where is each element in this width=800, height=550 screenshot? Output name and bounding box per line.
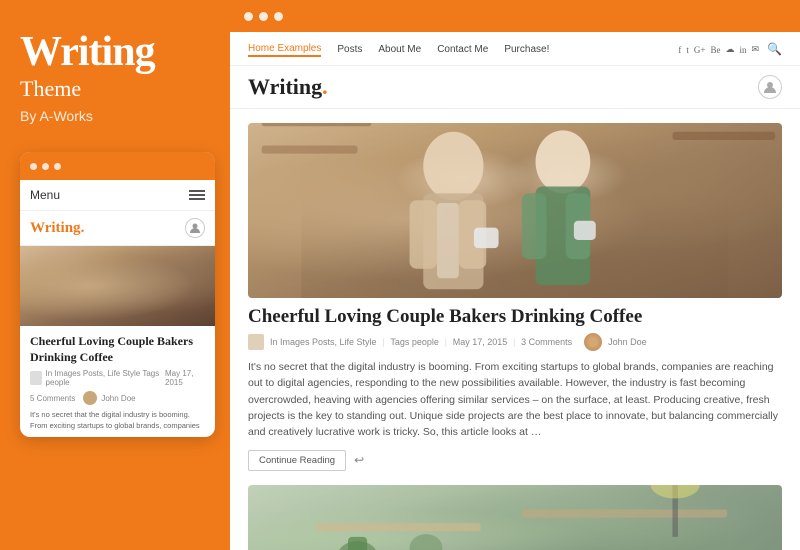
theme-subtitle: Theme (20, 76, 210, 102)
mobile-author-name: John Doe (101, 394, 135, 403)
mobile-article-meta: In Images Posts, Life Style Tags people … (30, 369, 205, 387)
mobile-nav: Menu (20, 180, 215, 211)
browser-dot-3 (274, 12, 283, 21)
mobile-comments-label: 5 Comments (30, 394, 75, 403)
nav-link-home[interactable]: Home Examples (248, 43, 321, 57)
article-footer: Continue Reading ↩ (248, 450, 782, 471)
article-comments: 3 Comments (521, 337, 572, 347)
browser-content: Home Examples Posts About Me Contact Me … (230, 32, 800, 550)
social-facebook-icon[interactable]: f (678, 45, 681, 55)
social-twitter-icon[interactable]: t (686, 45, 689, 55)
mobile-top-bar (20, 152, 215, 180)
nav-link-contact[interactable]: Contact Me (437, 44, 488, 55)
mobile-dot-3 (54, 163, 61, 170)
browser-dot-2 (259, 12, 268, 21)
article-date: May 17, 2015 (453, 337, 508, 347)
mobile-article-title: Cheerful Loving Couple Bakers Drinking C… (30, 334, 205, 365)
mobile-preview: Menu Writing. Cheerful Loving Couple Bak… (20, 152, 215, 437)
site-main: Cheerful Loving Couple Bakers Drinking C… (230, 109, 800, 550)
article-card: Cheerful Loving Couple Bakers Drinking C… (248, 123, 782, 471)
article-tags-label: Tags people (390, 337, 439, 347)
mobile-avatar-icon[interactable] (185, 218, 205, 238)
mobile-logo: Writing. (30, 220, 84, 237)
mobile-author-avatar (83, 391, 97, 405)
mobile-article-excerpt: It's no secret that the digital industry… (30, 410, 205, 431)
right-panel: Home Examples Posts About Me Contact Me … (230, 0, 800, 550)
social-rss-icon[interactable]: ✉ (752, 44, 760, 55)
article-image (248, 123, 782, 298)
site-logo-bar: Writing. (230, 66, 800, 109)
browser-dot-1 (244, 12, 253, 21)
theme-author: By A-Works (20, 108, 210, 124)
hamburger-line-1 (189, 190, 205, 192)
article-title: Cheerful Loving Couple Bakers Drinking C… (248, 306, 782, 328)
mobile-dot-1 (30, 163, 37, 170)
article-excerpt: It's no secret that the digital industry… (248, 359, 782, 440)
article-author: John Doe (608, 337, 647, 347)
mobile-meta-date: May 17, 2015 (165, 369, 205, 387)
social-linkedin-icon[interactable]: in (739, 45, 746, 55)
theme-title: Writing (20, 30, 210, 74)
site-nav: Home Examples Posts About Me Contact Me … (230, 32, 800, 66)
mobile-article-image (20, 246, 215, 326)
second-article-image (248, 485, 782, 550)
hamburger-line-3 (189, 198, 205, 200)
nav-link-purchase[interactable]: Purchase! (504, 44, 549, 55)
user-icon[interactable] (758, 75, 782, 99)
article-category: In Images Posts, Life Style (270, 337, 377, 347)
mobile-menu-label: Menu (30, 188, 60, 202)
search-icon[interactable]: 🔍 (767, 42, 782, 57)
social-icons: f t G+ Be ☁ in ✉ (678, 44, 759, 55)
nav-link-about[interactable]: About Me (378, 44, 421, 55)
mobile-article-body: Cheerful Loving Couple Bakers Drinking C… (20, 326, 215, 437)
mobile-meta-icon (30, 371, 42, 385)
author-avatar (584, 333, 602, 351)
social-behance-icon[interactable]: Be (710, 45, 720, 55)
browser-chrome (230, 0, 800, 32)
continue-reading-button[interactable]: Continue Reading (248, 450, 346, 471)
hamburger-line-2 (189, 194, 205, 196)
article-meta-image-thumb (248, 334, 264, 350)
share-icon[interactable]: ↩ (354, 453, 364, 468)
mobile-logo-bar: Writing. (20, 211, 215, 246)
nav-link-posts[interactable]: Posts (337, 44, 362, 55)
site-nav-links: Home Examples Posts About Me Contact Me … (248, 43, 549, 57)
left-panel: Writing Theme By A-Works Menu Writing. (0, 0, 230, 550)
mobile-article-meta-2: 5 Comments John Doe (30, 391, 205, 405)
mobile-article-image-inner (20, 246, 215, 326)
social-cloud-icon[interactable]: ☁ (725, 44, 734, 55)
article-meta-row: In Images Posts, Life Style | Tags peopl… (248, 333, 782, 351)
social-googleplus-icon[interactable]: G+ (694, 45, 706, 55)
mobile-dot-2 (42, 163, 49, 170)
mobile-meta-text: In Images Posts, Life Style Tags people (46, 369, 161, 387)
hamburger-icon[interactable] (189, 190, 205, 200)
site-logo: Writing. (248, 74, 328, 100)
